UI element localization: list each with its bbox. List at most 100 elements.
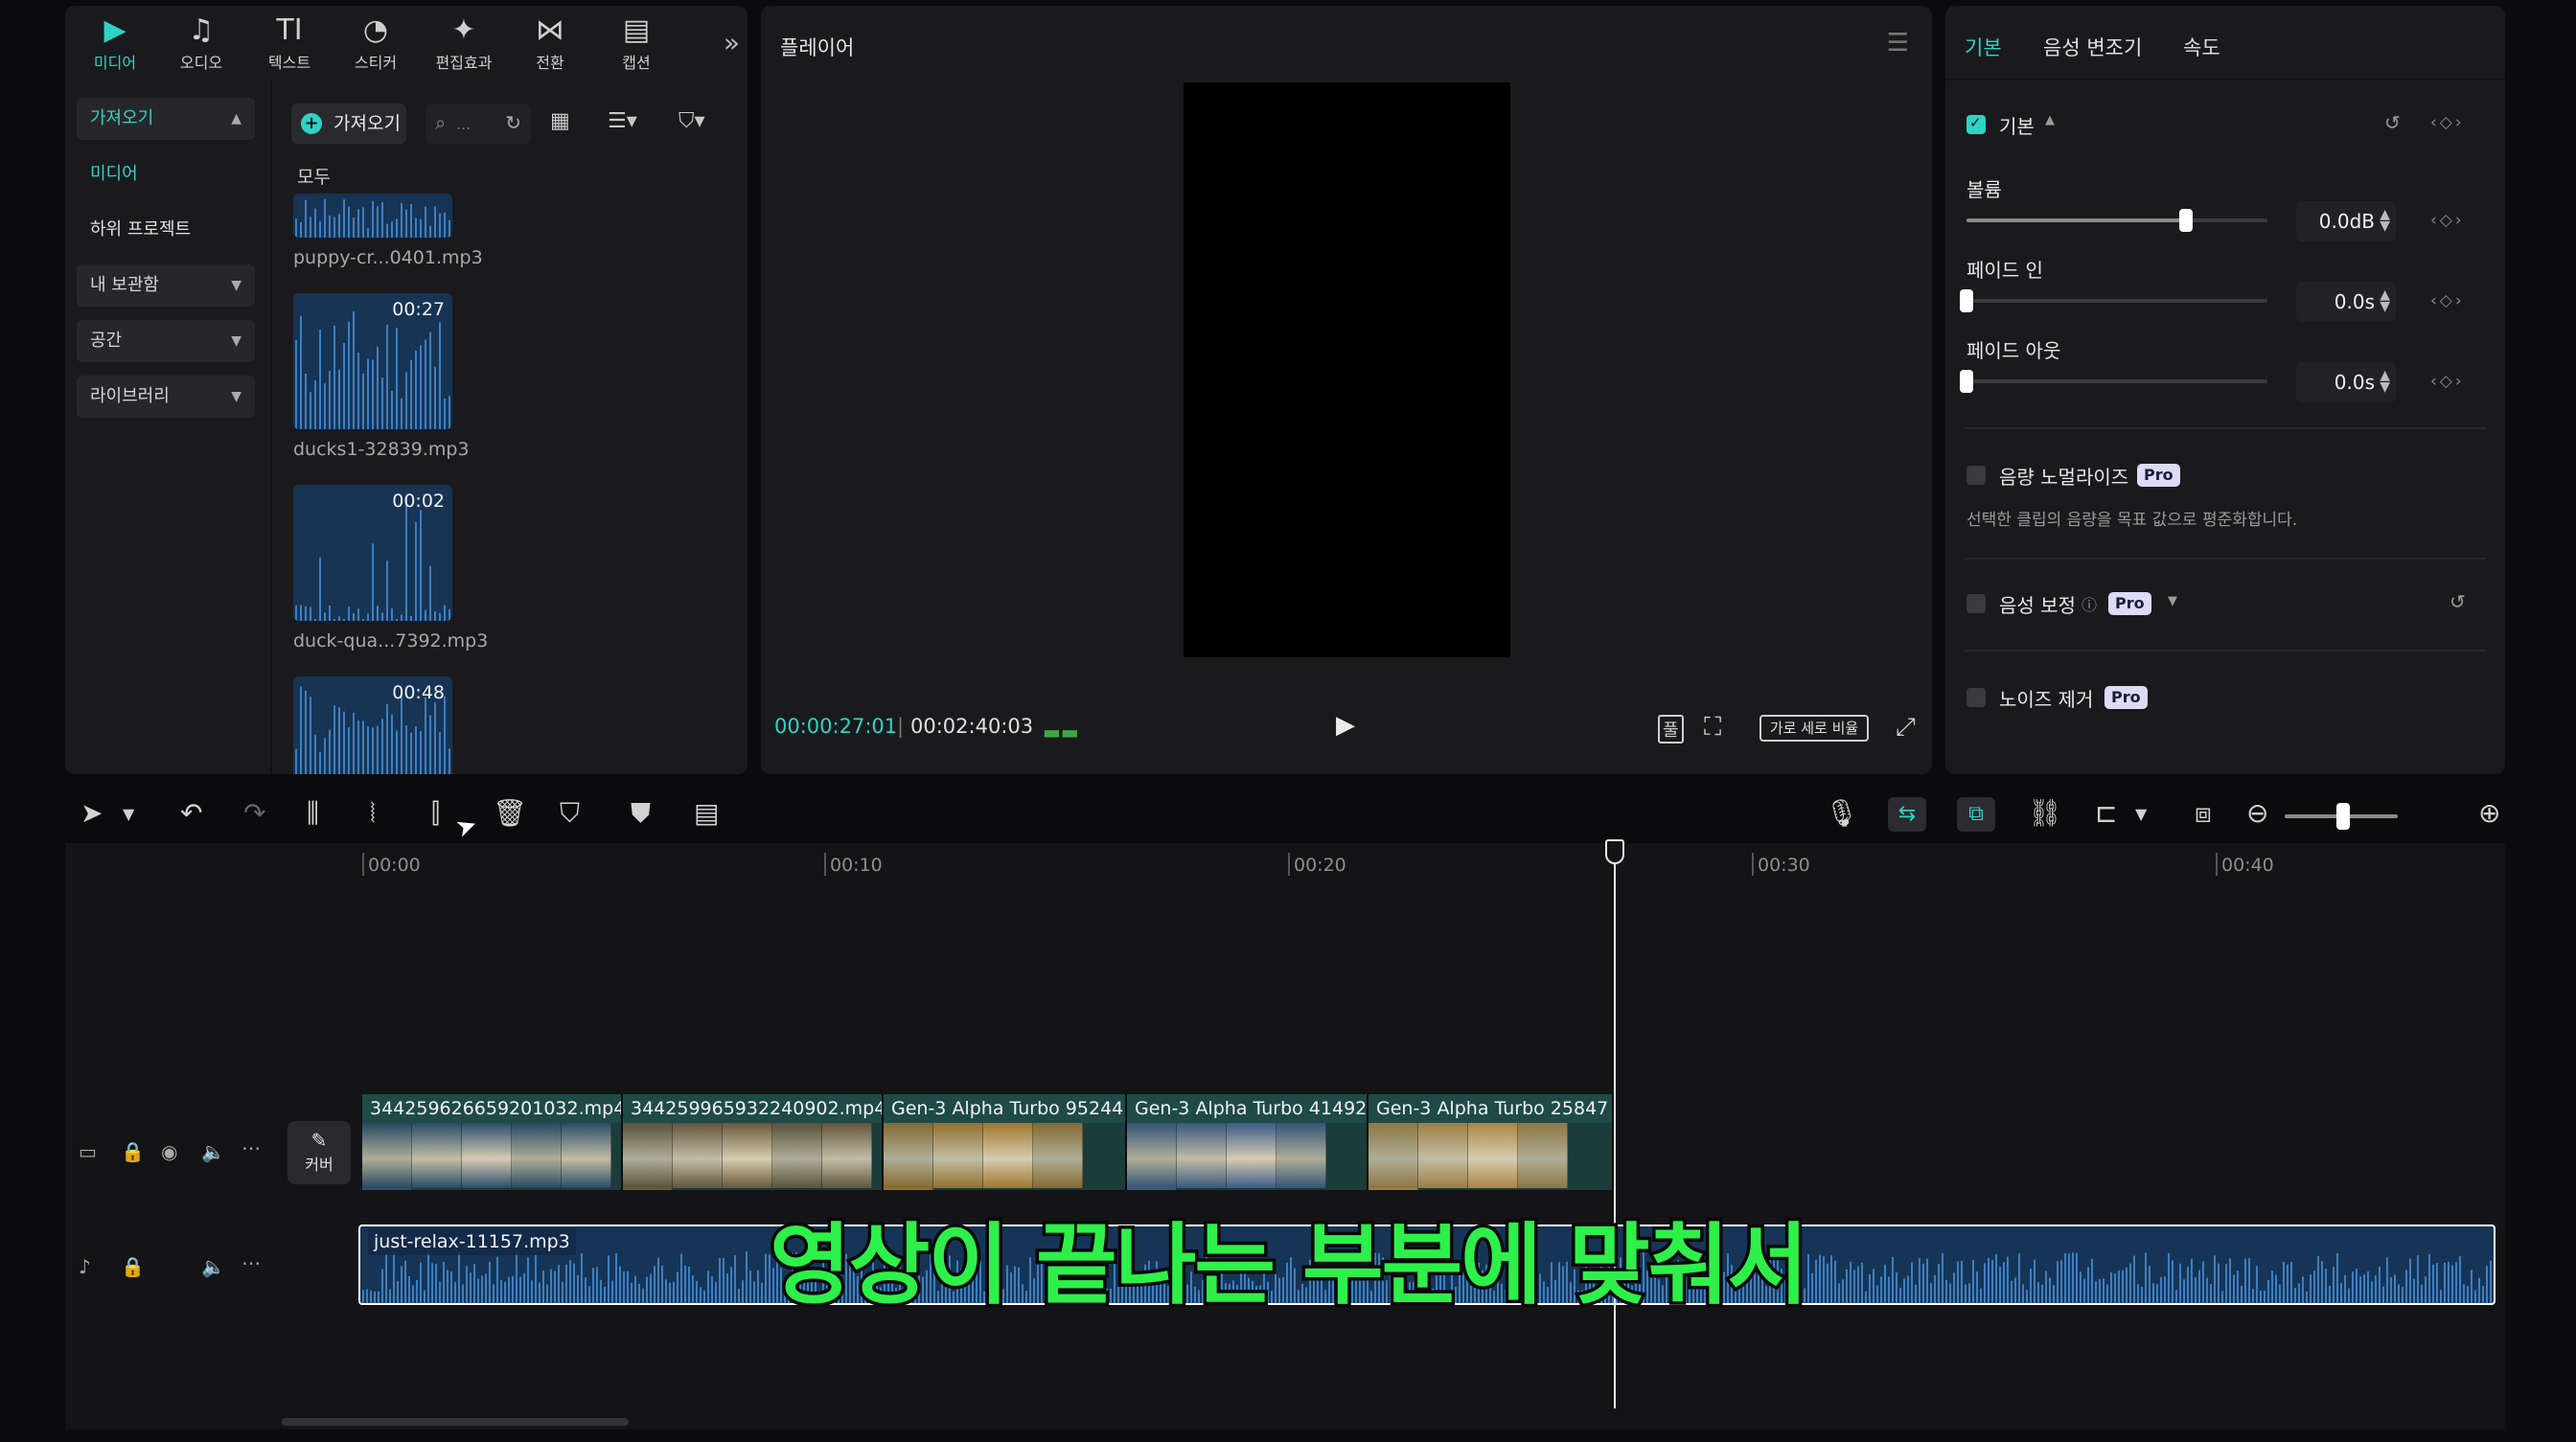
tab-audio[interactable]: ♫ 오디오 <box>161 13 242 77</box>
waveform-bar <box>305 374 307 429</box>
mark-icon[interactable]: ⛉ <box>560 797 580 830</box>
volume-input[interactable] <box>2296 201 2375 241</box>
lock-icon[interactable]: 🔒 <box>121 1140 145 1163</box>
fade-in-slider[interactable] <box>1960 289 2267 312</box>
more-icon[interactable]: ⋯ <box>242 1136 261 1159</box>
magnet-link-icon[interactable]: ⇆ <box>1888 797 1926 832</box>
video-clip[interactable]: Gen-3 Alpha Turbo 25847 <box>1368 1094 1614 1190</box>
keyframe-icon[interactable]: ‹◇› <box>2430 372 2465 391</box>
sidebar-item-media[interactable]: 미디어 <box>77 153 255 195</box>
tab-media[interactable]: ▶ 미디어 <box>75 13 155 77</box>
zoom-out-icon[interactable]: ⊖ <box>2246 797 2268 829</box>
media-search[interactable]: ⌕ ↻ <box>426 103 531 144</box>
fit-button[interactable]: 풀 <box>1658 715 1684 744</box>
waveform-bar <box>310 217 311 238</box>
media-item[interactable]: puppy-cr...0401.mp3 <box>293 194 483 268</box>
playhead-handle[interactable] <box>1605 839 1624 864</box>
sidebar-library[interactable]: 라이브러리 ▼ <box>77 376 255 418</box>
refresh-icon[interactable]: ↻ <box>505 111 521 134</box>
tab-text[interactable]: TI 텍스트 <box>249 13 330 77</box>
tab-speed[interactable]: 속도 <box>2183 33 2220 61</box>
fade-in-value-field[interactable]: ▲▼ <box>2296 282 2396 322</box>
import-button[interactable]: + 가져오기 <box>291 103 406 144</box>
volume-value-field[interactable]: ▲▼ <box>2296 201 2396 241</box>
sort-icon[interactable]: ☰▾ <box>608 109 637 133</box>
auto-snap-icon[interactable]: ⧉ <box>1957 797 1995 832</box>
normalize-checkbox[interactable] <box>1966 466 1986 485</box>
video-clip[interactable]: Gen-3 Alpha Turbo 95244 <box>884 1094 1127 1190</box>
fade-out-value-field[interactable]: ▲▼ <box>2296 362 2396 402</box>
split-right-icon[interactable]: ⫿ <box>431 797 440 830</box>
split-icon[interactable]: ⫼ <box>307 797 319 830</box>
undo-icon[interactable]: ↶ <box>180 797 202 829</box>
tab-transition[interactable]: ⋈ 전환 <box>510 13 590 77</box>
reset-icon[interactable]: ↺ <box>2384 111 2401 134</box>
playhead[interactable] <box>1614 843 1616 1408</box>
chevron-down-icon[interactable]: ▼ <box>123 805 134 823</box>
sidebar-item-sub-project[interactable]: 하위 프로젝트 <box>77 209 255 251</box>
fade-out-slider[interactable] <box>1960 370 2267 393</box>
speaker-icon[interactable]: 🔈 <box>201 1140 225 1163</box>
microphone-icon[interactable]: 🎙 <box>1825 797 1859 829</box>
fade-out-slider-handle[interactable] <box>1960 370 1973 393</box>
fade-in-input[interactable] <box>2296 282 2375 322</box>
shield-icon[interactable]: ⛊ <box>631 797 651 830</box>
aspect-ratio-button[interactable]: 가로 세로 비율 <box>1760 715 1869 742</box>
keyframe-icon[interactable]: ‹◇› <box>2430 211 2465 230</box>
tab-caption[interactable]: ▤ 캡션 <box>596 13 677 77</box>
tab-basic[interactable]: 기본 <box>1965 33 2002 61</box>
fade-out-input[interactable] <box>2296 362 2375 402</box>
menu-icon[interactable]: ☰ <box>1887 29 1909 57</box>
timeline-zoom-handle[interactable] <box>2336 803 2350 830</box>
split-left-icon[interactable]: ⦚ <box>370 797 376 830</box>
video-clip[interactable]: 344259626659201032.mp4 <box>362 1094 623 1190</box>
fit-timeline-icon[interactable]: ⧈ <box>2195 797 2212 830</box>
timeline[interactable]: 00:00 00:10 00:20 00:30 00:40 ▭ 🔒 ◉ 🔈 ⋯ … <box>65 839 2505 1430</box>
sidebar-space[interactable]: 공간 ▼ <box>77 320 255 362</box>
reset-icon[interactable]: ↺ <box>2450 590 2466 613</box>
noise-removal-checkbox[interactable] <box>1966 688 1986 707</box>
chevron-down-icon[interactable]: ▼ <box>2135 805 2147 823</box>
caret-down-icon[interactable]: ▼ <box>2168 594 2177 608</box>
volume-slider-handle[interactable] <box>2179 209 2194 232</box>
caption-edit-icon[interactable]: ▤ <box>694 797 719 829</box>
voice-enhance-checkbox[interactable] <box>1966 594 1986 613</box>
tab-sticker[interactable]: ◔ 스티커 <box>335 13 416 77</box>
cover-button[interactable]: ✎ 커버 <box>288 1121 351 1184</box>
basic-section-checkbox[interactable] <box>1966 114 1986 134</box>
delete-icon[interactable]: 🗑 <box>493 797 527 829</box>
tab-effects[interactable]: ✦ 편집효과 <box>424 13 504 77</box>
filter-icon[interactable]: ⛉▾ <box>678 109 705 133</box>
volume-slider[interactable] <box>1966 209 2267 232</box>
stepper-icon[interactable]: ▲ ▼ <box>2380 288 2390 313</box>
video-clip[interactable]: Gen-3 Alpha Turbo 41492 <box>1127 1094 1368 1190</box>
tab-voice-changer[interactable]: 음성 변조기 <box>2043 33 2142 61</box>
media-item[interactable]: 00:27 ducks1-32839.mp3 <box>293 293 470 460</box>
video-clip[interactable]: 344259965932240902.mp4 <box>623 1094 884 1190</box>
media-item[interactable]: 00:48 <box>293 676 456 774</box>
fade-in-slider-handle[interactable] <box>1960 289 1973 312</box>
waveform-bar <box>444 696 446 774</box>
preview-canvas[interactable] <box>1184 82 1510 657</box>
eye-icon[interactable]: ◉ <box>161 1140 177 1163</box>
stepper-icon[interactable]: ▲ ▼ <box>2380 369 2390 394</box>
media-item[interactable]: 00:02 duck-qua...7392.mp3 <box>293 485 488 652</box>
grid-view-icon[interactable]: ▦ <box>550 109 570 133</box>
keyframe-icon[interactable]: ‹◇› <box>2430 291 2465 310</box>
caret-up-icon[interactable]: ▲ <box>2045 113 2055 127</box>
preview-axis-icon[interactable]: ⊏ <box>2095 797 2117 829</box>
stepper-icon[interactable]: ▲ ▼ <box>2380 208 2390 233</box>
select-tool-icon[interactable]: ➤ <box>80 797 103 829</box>
search-input[interactable] <box>456 111 498 136</box>
screenshot-icon[interactable]: ⛶ <box>1704 713 1721 743</box>
sidebar-my-library[interactable]: 내 보관함 ▼ <box>77 264 255 307</box>
sidebar-import-group[interactable]: 가져오기 ▲ <box>77 98 255 140</box>
play-icon[interactable]: ▶ <box>1336 711 1355 740</box>
help-icon[interactable]: ⓘ <box>2082 592 2097 615</box>
keyframe-icon[interactable]: ‹◇› <box>2430 113 2465 132</box>
link-icon[interactable]: ⛓ <box>2028 797 2062 829</box>
zoom-in-icon[interactable]: ⊕ <box>2478 797 2500 829</box>
horizontal-scrollbar[interactable] <box>282 1418 629 1426</box>
fullscreen-icon[interactable]: ⤢ <box>1896 713 1916 743</box>
double-chevron-right-icon[interactable]: » <box>724 27 740 58</box>
